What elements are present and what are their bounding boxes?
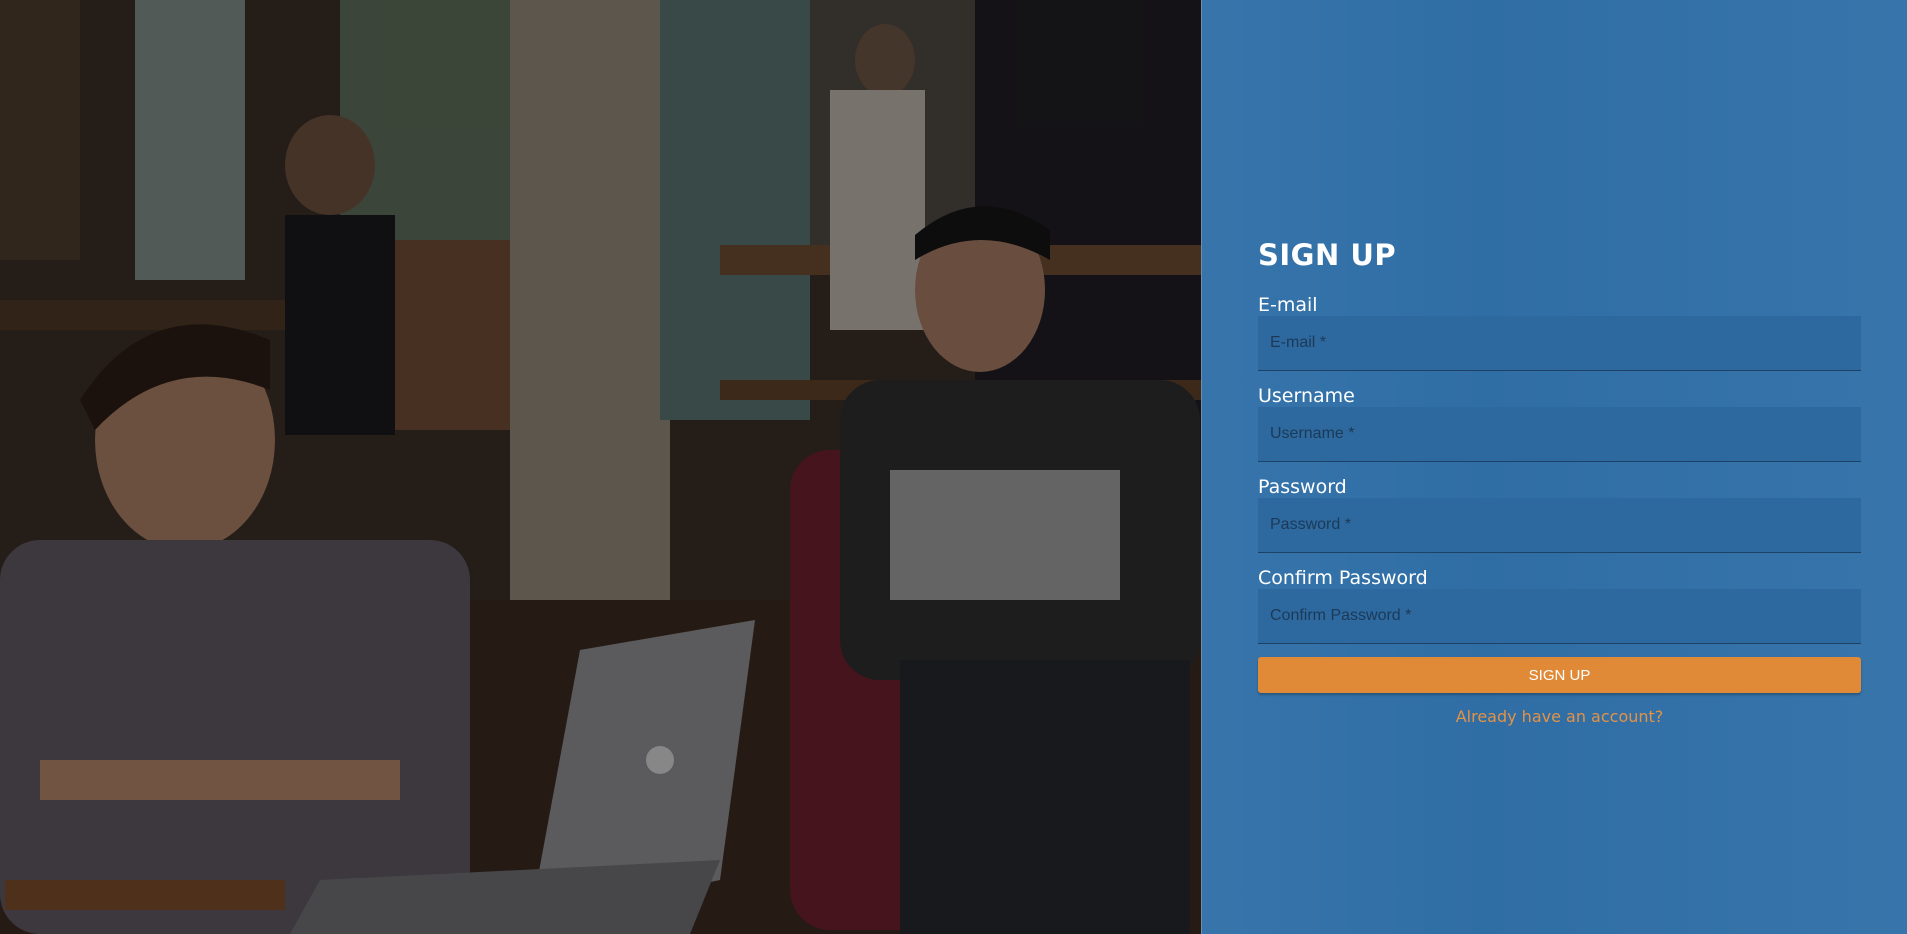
username-field[interactable]: [1258, 407, 1861, 462]
confirm-password-field-group: Confirm Password: [1258, 567, 1861, 644]
confirm-password-label: Confirm Password: [1258, 567, 1428, 589]
signup-panel: SIGN UP E-mail Username Password Confirm…: [1201, 0, 1907, 934]
confirm-password-field[interactable]: [1258, 589, 1861, 644]
username-label: Username: [1258, 385, 1355, 407]
username-field-group: Username: [1258, 385, 1861, 462]
signup-form: SIGN UP E-mail Username Password Confirm…: [1258, 238, 1861, 726]
page-title: SIGN UP: [1258, 238, 1397, 272]
photo-dark-overlay: [0, 0, 1201, 934]
password-label: Password: [1258, 476, 1347, 498]
signup-button[interactable]: SIGN UP: [1258, 657, 1861, 693]
email-field[interactable]: [1258, 316, 1861, 371]
email-field-group: E-mail: [1258, 294, 1861, 371]
password-field[interactable]: [1258, 498, 1861, 553]
password-field-group: Password: [1258, 476, 1861, 553]
signup-page: SIGN UP E-mail Username Password Confirm…: [0, 0, 1907, 934]
email-label: E-mail: [1258, 294, 1318, 316]
login-link[interactable]: Already have an account?: [1258, 707, 1861, 726]
background-photo: [0, 0, 1201, 934]
